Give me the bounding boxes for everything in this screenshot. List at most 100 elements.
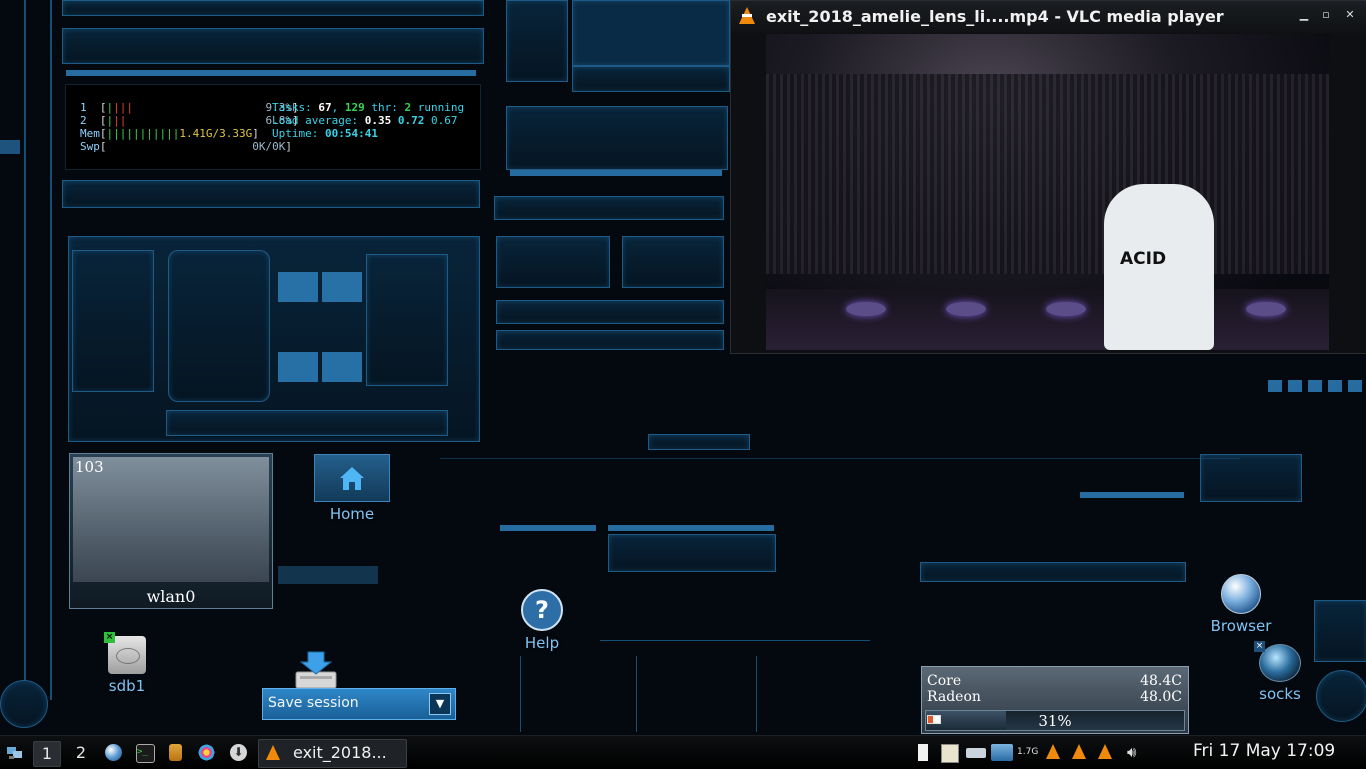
uptime-label: Uptime: xyxy=(272,127,319,140)
network-tray-icon[interactable] xyxy=(991,744,1013,761)
cpu2-meter: 2 [||| 6.8%] xyxy=(80,114,299,127)
load-5min: 0.72 xyxy=(397,114,425,127)
volume-icon[interactable]: 🔊︎ xyxy=(1127,744,1143,761)
dj-deck xyxy=(1246,302,1286,316)
wallpaper-line xyxy=(24,0,26,720)
browser-label: Browser xyxy=(1210,617,1272,635)
crowd-image xyxy=(766,74,1329,274)
running-count: 2 xyxy=(404,101,412,114)
tasks-line: Tasks: 67, 129 thr: 2 running xyxy=(272,101,465,114)
cpu1-label: 1 xyxy=(80,101,87,114)
core-temp-row: Core 48.4C xyxy=(927,673,1182,689)
download-icon[interactable]: ⬇ xyxy=(230,744,247,761)
wallpaper-panel xyxy=(62,180,480,208)
wallpaper-bar xyxy=(1328,380,1342,392)
terminal-icon[interactable]: >_ xyxy=(136,744,155,763)
wallpaper-panel xyxy=(72,250,154,392)
load-1min: 0.35 xyxy=(364,114,392,127)
flower-icon[interactable] xyxy=(198,744,215,761)
save-session-icon[interactable] xyxy=(294,650,338,690)
interface-label: wlan0 xyxy=(146,587,196,606)
cpu1-meter: 1 [|||| 9.3%] xyxy=(80,101,299,114)
wallpaper-panel xyxy=(62,0,484,16)
desktop-icon-browser[interactable]: Browser xyxy=(1205,574,1277,635)
window-title: exit_2018_amelie_lens_li....mp4 - VLC me… xyxy=(766,7,1224,26)
wallpaper-panel xyxy=(496,300,724,324)
world-map-panel xyxy=(572,0,730,66)
mem-meter: Mem[|||||||||||1.41G/3.33G] xyxy=(80,127,259,140)
mem-value: 1.41G/3.33G xyxy=(179,127,253,140)
wallpaper-panel xyxy=(496,236,610,288)
wallpaper-dial xyxy=(1316,670,1366,722)
clipboard-icon[interactable] xyxy=(941,744,959,763)
load-label: Load average: xyxy=(272,114,359,127)
shirt-text: ACID xyxy=(1120,249,1167,269)
swap-label: Swp xyxy=(80,140,100,153)
globe-icon[interactable] xyxy=(105,744,122,761)
wallpaper-panel xyxy=(920,562,1186,582)
network-icon[interactable] xyxy=(6,744,23,761)
threads-count: 129 xyxy=(344,101,365,114)
wallpaper-bar xyxy=(500,525,596,531)
wallpaper-panel xyxy=(1200,454,1302,502)
dj-deck xyxy=(946,302,986,316)
status-icon: × xyxy=(1254,641,1265,652)
vlc-tray-icon[interactable] xyxy=(1098,744,1112,759)
battery-bar: 31% xyxy=(925,710,1185,731)
wallpaper-panel xyxy=(648,434,750,450)
wallpaper-line xyxy=(636,656,637,732)
wallpaper-panel xyxy=(494,196,724,220)
keyboard-icon[interactable] xyxy=(966,748,986,758)
close-button[interactable]: ✕ xyxy=(1343,8,1357,22)
desktop-icon-sdb1[interactable]: × sdb1 xyxy=(97,632,157,695)
wallpaper-bar xyxy=(1080,492,1184,498)
battery-tray-icon[interactable] xyxy=(918,744,928,761)
desktop-icon-help[interactable]: ? Help xyxy=(512,589,572,652)
wallpaper-line xyxy=(440,458,1240,459)
sensor-monitor: Core 48.4C Radeon 48.0C 31% xyxy=(921,666,1189,734)
tasks-count: 67 xyxy=(318,101,332,114)
dj-deck xyxy=(1046,302,1086,316)
home-icon xyxy=(314,454,390,502)
core-value: 48.4C xyxy=(1140,673,1182,689)
chevron-down-icon[interactable]: ▼ xyxy=(429,693,451,715)
taskbar-task-vlc[interactable]: exit_2018... xyxy=(258,739,407,768)
network-value: 103 xyxy=(75,458,104,476)
save-session-widget[interactable]: Save session ▼ xyxy=(262,688,456,720)
wallpaper-bar xyxy=(608,525,774,531)
workspace-1[interactable]: 1 xyxy=(33,741,61,767)
workspace-2[interactable]: 2 xyxy=(68,741,94,765)
radeon-value: 48.0C xyxy=(1140,689,1182,705)
vlc-window[interactable]: exit_2018_amelie_lens_li....mp4 - VLC me… xyxy=(730,0,1366,354)
folder-icon[interactable] xyxy=(169,744,182,761)
video-area[interactable]: ACID xyxy=(766,34,1329,350)
wallpaper-bar xyxy=(278,272,318,302)
maximize-button[interactable]: ▫ xyxy=(1319,8,1333,22)
dj-stage xyxy=(766,289,1329,350)
wallpaper-bar xyxy=(510,170,722,176)
wallpaper-panel xyxy=(506,106,728,170)
save-session-label: Save session xyxy=(268,695,359,711)
globe-icon xyxy=(1221,574,1261,614)
wallpaper-bar xyxy=(322,272,362,302)
vlc-titlebar[interactable]: exit_2018_amelie_lens_li....mp4 - VLC me… xyxy=(731,1,1366,33)
wallpaper-panel xyxy=(496,330,724,350)
wlan-monitor: 103 wlan0 xyxy=(69,453,273,609)
load-line: Load average: 0.35 0.72 0.67 xyxy=(272,114,457,127)
clock[interactable]: Fri 17 May 17:09 xyxy=(1193,741,1335,761)
wallpaper-line xyxy=(756,656,757,732)
htop-panel: 1 [|||| 9.3%] 2 [||| 6.8%] Mem[|||||||||… xyxy=(65,84,481,170)
wallpaper-line xyxy=(50,0,52,700)
vlc-tray-icon[interactable] xyxy=(1046,744,1060,759)
cpu2-label: 2 xyxy=(80,114,87,127)
wallpaper-bar xyxy=(1348,380,1362,392)
minimize-button[interactable]: ▁ xyxy=(1297,8,1311,22)
vlc-cone-icon xyxy=(739,7,755,24)
radeon-temp-row: Radeon 48.0C xyxy=(927,689,1182,705)
desktop-icon-socks[interactable]: × socks xyxy=(1250,641,1310,703)
vlc-tray-icon[interactable] xyxy=(1072,744,1086,759)
home-label: Home xyxy=(329,505,375,523)
battery-icon xyxy=(927,715,941,724)
wallpaper-bar xyxy=(1288,380,1302,392)
desktop-icon-home[interactable]: Home xyxy=(313,454,391,523)
